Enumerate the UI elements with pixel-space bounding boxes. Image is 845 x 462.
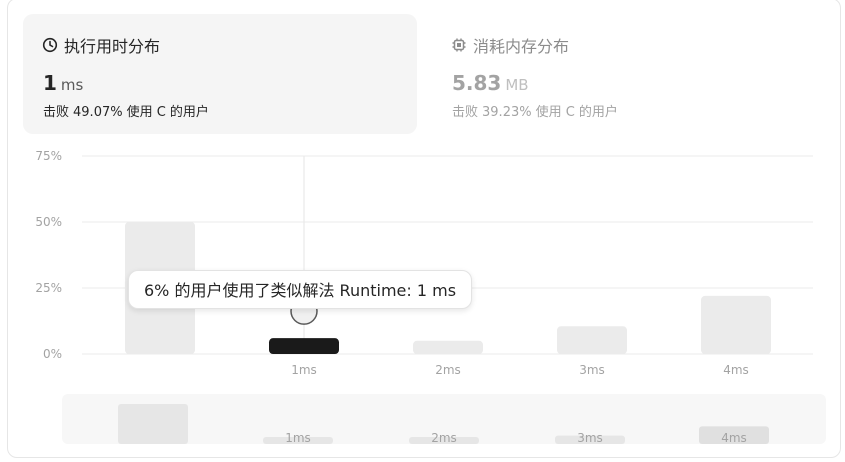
bar-2ms[interactable]	[413, 340, 483, 354]
chart-tooltip: 6% 的用户使用了类似解法 Runtime: 1 ms	[128, 270, 473, 309]
x-tick-label: 3ms	[579, 363, 605, 377]
y-tick-label: 0%	[43, 347, 62, 361]
x-tick-label: 4ms	[723, 363, 749, 377]
chart-navigator[interactable]	[62, 394, 826, 444]
runtime-distribution-chart: 0% 25% 50% 75% 1ms 2ms 3ms 4ms	[35, 149, 813, 377]
y-tick-label: 25%	[35, 281, 62, 295]
bar-1ms[interactable]	[269, 338, 339, 354]
x-tick-label: 2ms	[435, 363, 461, 377]
bar-3ms[interactable]	[557, 326, 627, 354]
x-tick-label: 1ms	[291, 363, 317, 377]
y-tick-label: 75%	[35, 149, 62, 163]
y-tick-label: 50%	[35, 215, 62, 229]
bar-4ms[interactable]	[701, 295, 771, 354]
